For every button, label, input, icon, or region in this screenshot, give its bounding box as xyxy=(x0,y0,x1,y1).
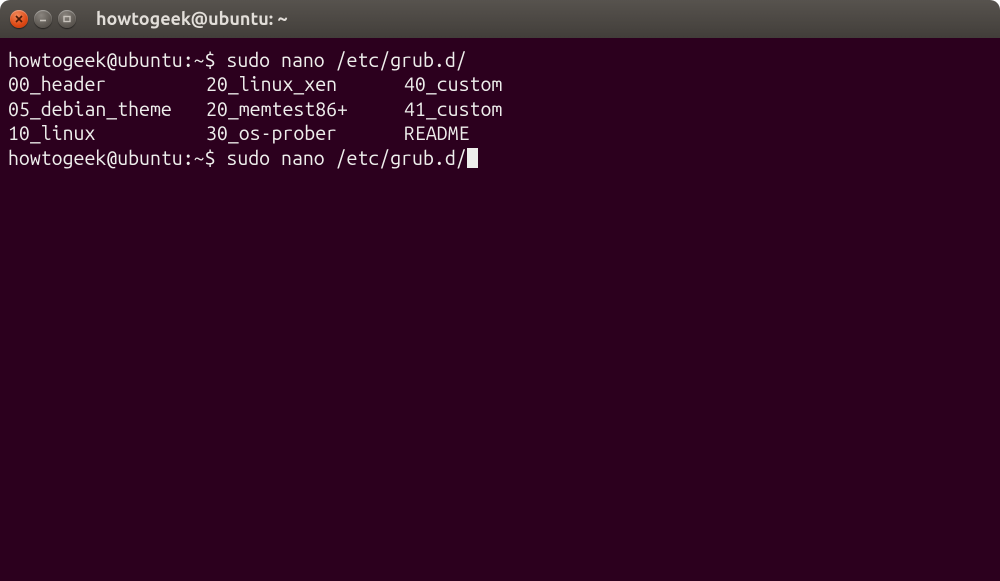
prompt-user-host: howtogeek@ubuntu xyxy=(8,147,183,169)
minimize-icon xyxy=(38,14,48,24)
listing-row: 00_header20_linux_xen40_custom xyxy=(8,72,992,96)
file-entry: README xyxy=(404,121,470,145)
file-entry: 00_header xyxy=(8,72,206,96)
listing-row: 10_linux30_os-proberREADME xyxy=(8,121,992,145)
maximize-icon xyxy=(62,14,72,24)
titlebar[interactable]: howtogeek@ubuntu: ~ xyxy=(0,0,1000,38)
listing-row: 05_debian_theme20_memtest86+41_custom xyxy=(8,97,992,121)
terminal-window: howtogeek@ubuntu: ~ howtogeek@ubuntu:~$ … xyxy=(0,0,1000,581)
close-icon xyxy=(14,14,24,24)
prompt-line-2: howtogeek@ubuntu:~$ sudo nano /etc/grub.… xyxy=(8,147,467,169)
file-entry: 41_custom xyxy=(404,97,502,121)
file-entry: 20_memtest86+ xyxy=(206,97,404,121)
file-entry: 30_os-prober xyxy=(206,121,404,145)
prompt-user-host: howtogeek@ubuntu xyxy=(8,49,183,71)
close-button[interactable] xyxy=(10,10,28,28)
command-text: sudo nano /etc/grub.d/ xyxy=(226,49,466,71)
file-entry: 10_linux xyxy=(8,121,206,145)
terminal-body[interactable]: howtogeek@ubuntu:~$ sudo nano /etc/grub.… xyxy=(0,38,1000,581)
command-text: sudo nano /etc/grub.d/ xyxy=(226,147,466,169)
prompt-line-1: howtogeek@ubuntu:~$ sudo nano /etc/grub.… xyxy=(8,49,467,71)
prompt-path: ~ xyxy=(194,147,205,169)
file-entry: 05_debian_theme xyxy=(8,97,206,121)
cursor xyxy=(467,148,478,168)
maximize-button[interactable] xyxy=(58,10,76,28)
window-title: howtogeek@ubuntu: ~ xyxy=(96,9,288,29)
minimize-button[interactable] xyxy=(34,10,52,28)
file-entry: 20_linux_xen xyxy=(206,72,404,96)
prompt-path: ~ xyxy=(194,49,205,71)
file-entry: 40_custom xyxy=(404,72,502,96)
